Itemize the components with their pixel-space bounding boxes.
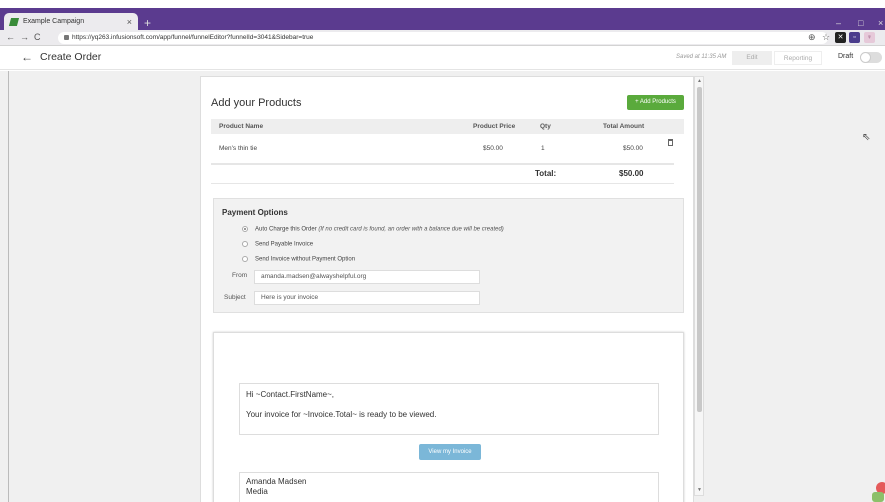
order-panel: Add your Products + Add Products Product…: [200, 76, 694, 502]
new-tab-button[interactable]: +: [144, 16, 151, 30]
minimize-icon[interactable]: –: [836, 18, 841, 28]
table-row: Men's thin tie $50.00 1 $50.00: [211, 139, 684, 159]
scrollbar-thumb[interactable]: [697, 87, 702, 412]
col-product-name: Product Name: [219, 123, 264, 130]
email-greeting: Hi ~Contact.FirstName~,: [246, 390, 335, 399]
extension-icon[interactable]: ✕: [835, 32, 846, 43]
reporting-button[interactable]: Reporting: [774, 51, 822, 65]
cropped-top-strip: [0, 0, 885, 8]
infusionsoft-favicon-icon: [8, 17, 20, 26]
edit-button[interactable]: Edit: [732, 51, 772, 65]
signature-name: Amanda Madsen: [246, 477, 307, 486]
scroll-down-icon[interactable]: ▼: [697, 487, 702, 493]
bookmark-star-icon[interactable]: ☆: [822, 32, 830, 43]
help-widget-icon[interactable]: [872, 492, 884, 502]
browser-tab-bar: Example Campaign × + – □ ×: [0, 8, 885, 30]
col-product-price: Product Price: [473, 123, 516, 130]
draft-label: Draft: [838, 53, 854, 60]
tab-close-icon[interactable]: ×: [127, 17, 132, 27]
draft-toggle[interactable]: [860, 52, 882, 63]
reload-icon[interactable]: C: [34, 32, 41, 42]
payment-options-section: Payment Options Auto Charge this Order (…: [213, 198, 684, 313]
payment-option-auto-charge[interactable]: Auto Charge this Order (If no credit car…: [242, 226, 504, 233]
app-header: ← Create Order Saved at 11:35 AM Edit Re…: [0, 46, 885, 70]
view-invoice-button[interactable]: View my Invoice: [419, 444, 481, 460]
row-total: $50.00: [623, 145, 643, 152]
extension-icon-2[interactable]: ▫: [849, 32, 860, 43]
trash-icon[interactable]: [668, 139, 673, 146]
scroll-up-icon[interactable]: ▲: [697, 78, 702, 84]
add-products-button[interactable]: + Add Products: [627, 95, 684, 110]
browser-tab-title: Example Campaign: [23, 18, 85, 25]
divider: [211, 183, 674, 184]
email-body-box[interactable]: Hi ~Contact.FirstName~, Your invoice for…: [239, 383, 659, 435]
close-window-icon[interactable]: ×: [878, 18, 883, 28]
email-preview: Hi ~Contact.FirstName~, Your invoice for…: [213, 332, 684, 502]
email-signature-box[interactable]: Amanda Madsen Media: [239, 472, 659, 502]
left-divider: [8, 71, 9, 502]
toggle-knob: [860, 52, 871, 63]
payment-option-payable-invoice[interactable]: Send Payable Invoice: [242, 241, 313, 248]
radio-icon[interactable]: [242, 256, 248, 262]
from-field[interactable]: amanda.madsen@alwayshelpful.org: [254, 270, 480, 284]
lock-icon: [64, 34, 69, 40]
total-label: Total:: [535, 169, 557, 178]
col-qty: Qty: [540, 123, 551, 130]
page-title: Create Order: [40, 51, 102, 63]
radio-icon[interactable]: [242, 241, 248, 247]
signature-company: Media: [246, 487, 268, 496]
subject-label: Subject: [224, 294, 246, 301]
payment-option-invoice-no-payment[interactable]: Send Invoice without Payment Option: [242, 256, 355, 263]
subject-field[interactable]: Here is your invoice: [254, 291, 480, 305]
url-text: https://yq263.infusionsoft.com/app/funne…: [72, 34, 314, 41]
saved-status: Saved at 11:35 AM: [676, 54, 727, 60]
zoom-icon[interactable]: ⊕: [808, 32, 816, 43]
total-row: Total: $50.00: [211, 165, 684, 183]
col-total-amount: Total Amount: [603, 123, 645, 130]
option-label: Send Payable Invoice: [255, 241, 314, 248]
from-label: From: [232, 272, 248, 279]
option-label: Send Invoice without Payment Option: [255, 256, 356, 263]
option-note: (If no credit card is found, an order wi…: [318, 226, 504, 233]
forward-arrow-icon[interactable]: →: [20, 32, 29, 42]
browser-tab[interactable]: Example Campaign ×: [4, 13, 138, 30]
back-arrow-icon[interactable]: ←: [6, 32, 15, 42]
total-value: $50.00: [619, 169, 644, 178]
radio-selected-icon[interactable]: [242, 226, 248, 232]
panel-scrollbar[interactable]: ▲ ▼: [694, 76, 704, 496]
products-title: Add your Products: [211, 97, 302, 109]
row-product-name: Men's thin tie: [219, 145, 258, 152]
mouse-cursor-icon: ⇖: [862, 132, 871, 143]
payment-options-title: Payment Options: [222, 208, 288, 217]
back-icon[interactable]: ←: [21, 50, 33, 64]
maximize-icon[interactable]: □: [858, 18, 863, 28]
email-body-text: Your invoice for ~Invoice.Total~ is read…: [246, 410, 437, 419]
row-qty[interactable]: 1: [541, 139, 545, 159]
row-price: $50.00: [483, 145, 503, 152]
address-bar: ← → C https://yq263.infusionsoft.com/app…: [0, 30, 885, 46]
option-label: Auto Charge this Order: [255, 226, 317, 233]
profile-icon[interactable]: ♀: [864, 32, 875, 43]
url-input[interactable]: https://yq263.infusionsoft.com/app/funne…: [58, 32, 828, 44]
products-table-header: Product Name Product Price Qty Total Amo…: [211, 119, 684, 134]
